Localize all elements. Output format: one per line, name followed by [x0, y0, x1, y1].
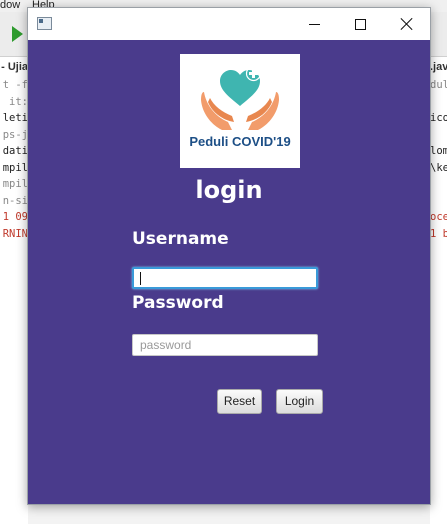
password-label: Password — [132, 293, 224, 313]
username-label: Username — [132, 229, 229, 249]
ide-output-line: 1 09 — [2, 211, 28, 223]
hands-heart-icon — [201, 65, 279, 130]
ide-tab-title[interactable]: - Ujia — [1, 59, 28, 75]
username-input[interactable] — [132, 267, 318, 289]
logo: Peduli COVID'19 — [180, 54, 300, 168]
login-window: Peduli COVID'19 login Username Password … — [27, 7, 431, 505]
ide-output-line: lom — [430, 145, 447, 157]
maximize-button[interactable] — [338, 8, 384, 40]
ide-output-line: \ke — [430, 161, 447, 174]
ide-output-line: mpil — [2, 178, 28, 190]
close-icon — [401, 18, 413, 30]
ide-output-line: it: — [9, 95, 28, 108]
ide-tab-right[interactable]: .jav — [430, 59, 447, 75]
run-icon[interactable] — [12, 26, 23, 42]
ide-output-line: 1 b — [430, 227, 447, 240]
title-bar[interactable] — [28, 8, 430, 40]
ide-output-line: dul — [430, 79, 447, 91]
text-caret — [140, 272, 141, 285]
password-input[interactable] — [132, 334, 318, 356]
reset-button[interactable]: Reset — [217, 389, 262, 414]
ide-menu-window[interactable]: dow — [0, 0, 20, 11]
ide-output-left: - Ujia t -f it: leti ps-j dati mpil mpil n-si 1 … — [0, 57, 28, 524]
java-app-icon — [37, 17, 52, 30]
minimize-button[interactable] — [292, 8, 338, 40]
ide-output-line: t -f — [2, 79, 28, 91]
login-panel: Peduli COVID'19 login Username Password … — [28, 40, 430, 504]
ide-output-line: oce — [430, 211, 447, 223]
ide-output-right: .jav dul ico lom \ke oce 1 b — [430, 57, 447, 524]
ide-output-line: n-si — [2, 194, 28, 207]
ide-output-line: ps-j — [2, 128, 28, 141]
logo-text: Peduli COVID'19 — [189, 134, 291, 149]
ide-output-line: mpil — [2, 161, 28, 174]
page-title: login — [195, 176, 263, 204]
minimize-icon — [309, 24, 320, 25]
ide-output-line: dati — [2, 145, 28, 157]
login-button[interactable]: Login — [276, 389, 323, 414]
maximize-icon — [355, 19, 366, 30]
ide-output-line: leti — [2, 112, 28, 124]
ide-output-line: RNIN — [2, 227, 28, 240]
close-button[interactable] — [384, 8, 430, 40]
ide-output-line: ico — [430, 112, 447, 124]
